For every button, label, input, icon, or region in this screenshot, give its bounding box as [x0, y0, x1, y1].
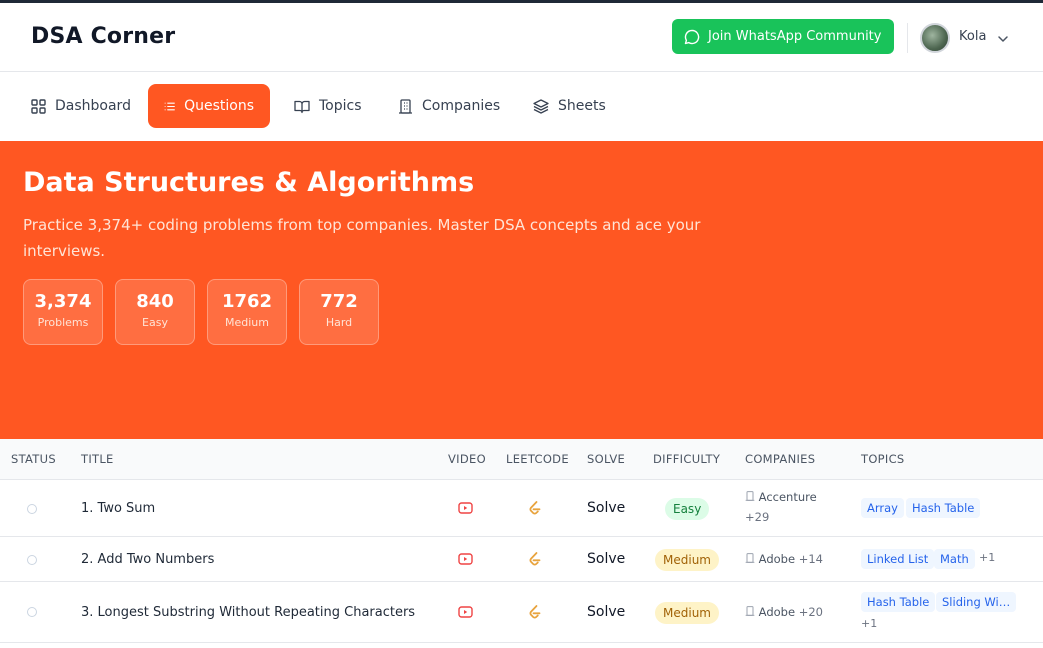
- solve-link[interactable]: Solve: [587, 551, 625, 567]
- leetcode-icon[interactable]: [528, 604, 542, 620]
- topic-tag[interactable]: Math: [934, 549, 975, 569]
- book-icon: [294, 100, 310, 113]
- chevron-down-icon[interactable]: [997, 33, 1009, 45]
- main-nav: Dashboard Questions Topics Companies She…: [0, 73, 1043, 141]
- status-checkbox[interactable]: [27, 504, 37, 514]
- app-header: DSA Corner Join WhatsApp Community Kola: [0, 3, 1043, 72]
- question-title-link[interactable]: 1. Two Sum: [81, 501, 155, 516]
- difficulty-badge: Easy: [665, 498, 710, 520]
- brand-logo-text[interactable]: DSA Corner: [31, 24, 175, 49]
- youtube-icon[interactable]: [458, 553, 473, 565]
- company-more-count[interactable]: +14: [799, 552, 823, 566]
- building-icon: [745, 553, 755, 563]
- stat-value: 1762: [221, 291, 273, 312]
- youtube-icon[interactable]: [458, 502, 473, 514]
- col-difficulty[interactable]: DIFFICULTY: [653, 452, 720, 466]
- topic-tag[interactable]: Array: [861, 498, 904, 518]
- table-row: 3. Longest Substring Without Repeating C…: [0, 582, 1043, 643]
- nav-topics-label: Topics: [319, 98, 362, 114]
- layers-icon: [533, 98, 549, 114]
- stat-value: 840: [136, 291, 174, 312]
- hero-description: Practice 3,374+ coding problems from top…: [23, 216, 701, 260]
- youtube-icon[interactable]: [458, 606, 473, 618]
- col-solve: SOLVE: [587, 452, 626, 466]
- status-checkbox[interactable]: [27, 607, 37, 617]
- whatsapp-button-label: Join WhatsApp Community: [708, 29, 882, 44]
- solve-link[interactable]: Solve: [587, 604, 625, 620]
- company-name[interactable]: Adobe: [759, 605, 795, 619]
- nav-topics[interactable]: Topics: [278, 84, 378, 128]
- topics-more-count[interactable]: +1: [979, 551, 995, 564]
- solve-link[interactable]: Solve: [587, 500, 625, 516]
- stat-medium: 1762 Medium: [207, 279, 287, 345]
- topics-more-count[interactable]: +1: [861, 617, 877, 630]
- list-icon: [164, 102, 175, 110]
- building-icon: [399, 98, 412, 114]
- topic-tag[interactable]: Linked List: [861, 549, 935, 569]
- question-title-link[interactable]: 2. Add Two Numbers: [81, 552, 214, 567]
- company-more-count[interactable]: +29: [745, 510, 769, 524]
- stat-problems: 3,374 Problems: [23, 279, 103, 345]
- building-icon: [745, 606, 755, 616]
- nav-dashboard[interactable]: Dashboard: [15, 84, 147, 128]
- grid-icon: [31, 98, 46, 114]
- col-leetcode: LEETCODE: [506, 452, 569, 466]
- avatar[interactable]: [920, 23, 950, 53]
- nav-questions-label: Questions: [184, 98, 254, 114]
- stat-hard: 772 Hard: [299, 279, 379, 345]
- difficulty-badge: Medium: [655, 549, 719, 571]
- topic-tag[interactable]: Hash Table: [861, 592, 936, 612]
- question-title-link[interactable]: 3. Longest Substring Without Repeating C…: [81, 605, 415, 620]
- leetcode-icon[interactable]: [528, 551, 542, 567]
- nav-questions[interactable]: Questions: [148, 84, 270, 128]
- nav-sheets-label: Sheets: [558, 98, 606, 114]
- table-row: 2. Add Two Numbers Solve Medium Adobe +1…: [0, 537, 1043, 582]
- company-name[interactable]: Adobe: [759, 552, 795, 566]
- page-title: Data Structures & Algorithms: [23, 167, 475, 198]
- company-more-count[interactable]: +20: [799, 605, 823, 619]
- stat-easy: 840 Easy: [115, 279, 195, 345]
- companies-cell: Adobe +20: [745, 602, 855, 622]
- status-checkbox[interactable]: [27, 555, 37, 565]
- difficulty-badge: Medium: [655, 602, 719, 624]
- col-title[interactable]: TITLE: [81, 452, 114, 466]
- stat-label: Easy: [142, 316, 168, 329]
- stat-value: 3,374: [34, 291, 92, 312]
- companies-cell: Accenture +29: [745, 487, 845, 527]
- col-companies: COMPANIES: [745, 452, 816, 466]
- company-name[interactable]: Accenture: [759, 490, 817, 504]
- header-divider: [907, 23, 908, 53]
- stat-label: Problems: [37, 316, 89, 329]
- topic-tag[interactable]: Hash Table: [906, 498, 981, 518]
- nav-companies[interactable]: Companies: [382, 84, 516, 128]
- stat-value: 772: [320, 291, 358, 312]
- nav-companies-label: Companies: [422, 98, 501, 114]
- user-name[interactable]: Kola: [959, 29, 986, 44]
- companies-cell: Adobe +14: [745, 549, 855, 569]
- topic-tag[interactable]: Sliding Wi…: [936, 592, 1016, 612]
- nav-sheets[interactable]: Sheets: [517, 84, 622, 128]
- leetcode-icon[interactable]: [528, 500, 542, 516]
- col-video: VIDEO: [448, 452, 486, 466]
- table-row: 1. Two Sum Solve Easy Accenture +29 Arra…: [0, 480, 1043, 537]
- building-icon: [745, 491, 755, 501]
- questions-table-header: STATUS TITLE VIDEO LEETCODE SOLVE DIFFIC…: [0, 439, 1043, 480]
- whatsapp-icon: [684, 29, 700, 44]
- col-topics: TOPICS: [861, 452, 905, 466]
- stat-label: Medium: [225, 316, 269, 329]
- hero-banner: Data Structures & Algorithms Practice 3,…: [0, 141, 1043, 439]
- join-whatsapp-button[interactable]: Join WhatsApp Community: [672, 19, 894, 54]
- nav-dashboard-label: Dashboard: [55, 98, 131, 114]
- stat-label: Hard: [325, 316, 353, 329]
- col-status[interactable]: STATUS: [11, 452, 56, 466]
